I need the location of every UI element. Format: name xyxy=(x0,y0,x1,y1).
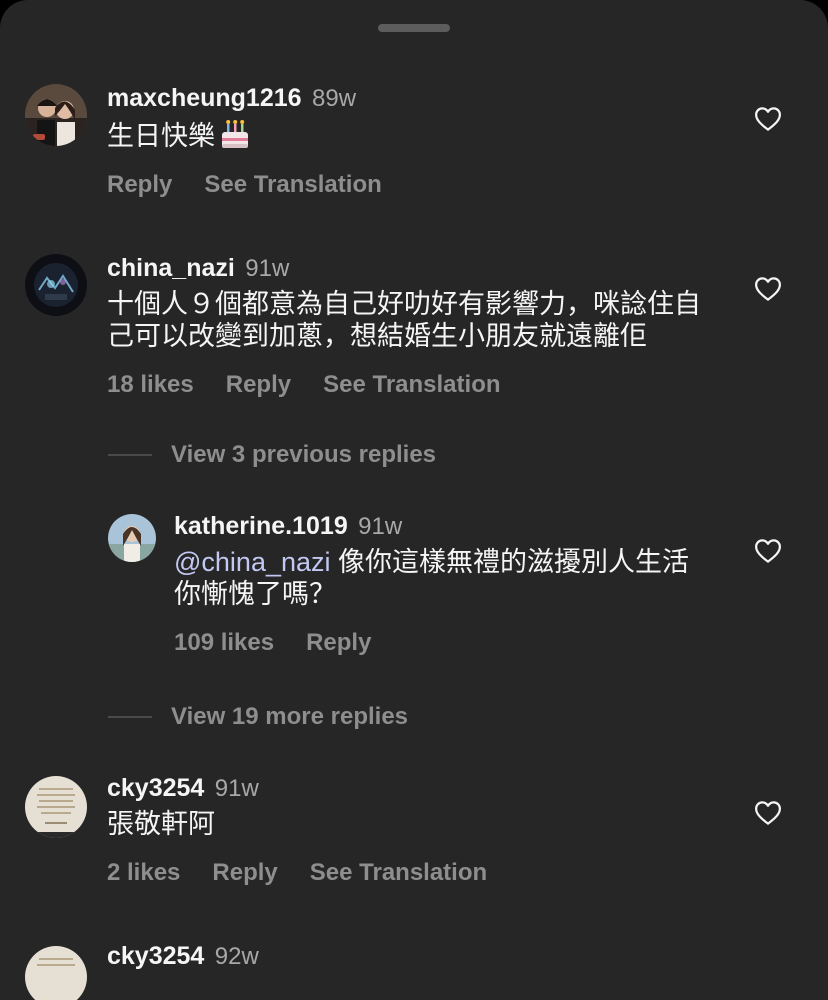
view-previous-replies-button[interactable]: View 3 previous replies xyxy=(171,438,436,472)
reply-button[interactable]: Reply xyxy=(107,171,172,198)
like-button[interactable] xyxy=(753,798,783,828)
reply-username[interactable]: katherine.1019 xyxy=(174,512,348,540)
heart-icon xyxy=(755,539,781,563)
avatar[interactable] xyxy=(25,254,87,316)
mention-link[interactable]: @china_nazi xyxy=(174,547,331,577)
reply-text: @china_nazi 像你這樣無禮的滋擾別人生活 你慚愧了嗎？ xyxy=(174,546,704,610)
comment-text-body: 生日快樂 xyxy=(107,121,215,151)
see-translation-button[interactable]: See Translation xyxy=(323,371,500,398)
avatar-photo-icon xyxy=(25,84,87,146)
avatar[interactable] xyxy=(25,84,87,146)
comment-text: 十個人９個都意為自己好叻好有影響力，咪諗住自己可以改變到加蔥，想結婚生小朋友就遠… xyxy=(107,289,701,351)
see-translation-button[interactable]: See Translation xyxy=(310,859,487,886)
comment-username[interactable]: cky3254 xyxy=(107,774,204,802)
comment-timestamp: 89w xyxy=(312,85,357,112)
comments-sheet: maxcheung1216 89w 生日快樂 Reply See Translat… xyxy=(0,0,828,1000)
comment-timestamp: 91w xyxy=(214,775,259,802)
like-button[interactable] xyxy=(753,274,783,304)
reply-timestamp: 91w xyxy=(358,513,403,540)
comment-text: 張敬軒阿 xyxy=(107,809,215,839)
heart-icon xyxy=(755,107,781,131)
sheet-grabber-handle[interactable] xyxy=(378,24,450,32)
thread-divider-line xyxy=(108,716,152,718)
reply-button[interactable]: Reply xyxy=(212,859,277,886)
likes-count[interactable]: 2 likes xyxy=(107,859,180,886)
avatar-photo-icon xyxy=(108,514,156,562)
see-translation-button[interactable]: See Translation xyxy=(204,171,381,198)
likes-count[interactable]: 18 likes xyxy=(107,371,194,398)
avatar-photo-icon xyxy=(25,946,87,1000)
avatar[interactable] xyxy=(25,946,87,1000)
view-more-replies-button[interactable]: View 19 more replies xyxy=(171,700,408,734)
reply-button[interactable]: Reply xyxy=(306,629,371,656)
birthday-cake-icon xyxy=(222,120,248,148)
avatar-photo-icon xyxy=(25,254,87,316)
comment-text: 生日快樂 xyxy=(107,118,707,152)
like-button[interactable] xyxy=(753,536,783,566)
avatar-photo-icon xyxy=(25,776,87,838)
thread-divider-line xyxy=(108,454,152,456)
likes-count[interactable]: 109 likes xyxy=(174,629,274,656)
like-button[interactable] xyxy=(753,104,783,134)
comment-username[interactable]: maxcheung1216 xyxy=(107,84,302,112)
reply-button[interactable]: Reply xyxy=(226,371,291,398)
avatar[interactable] xyxy=(25,776,87,838)
heart-icon xyxy=(755,801,781,825)
comment-timestamp: 91w xyxy=(245,255,290,282)
avatar[interactable] xyxy=(108,514,156,562)
heart-icon xyxy=(755,277,781,301)
comment-username[interactable]: china_nazi xyxy=(107,254,235,282)
